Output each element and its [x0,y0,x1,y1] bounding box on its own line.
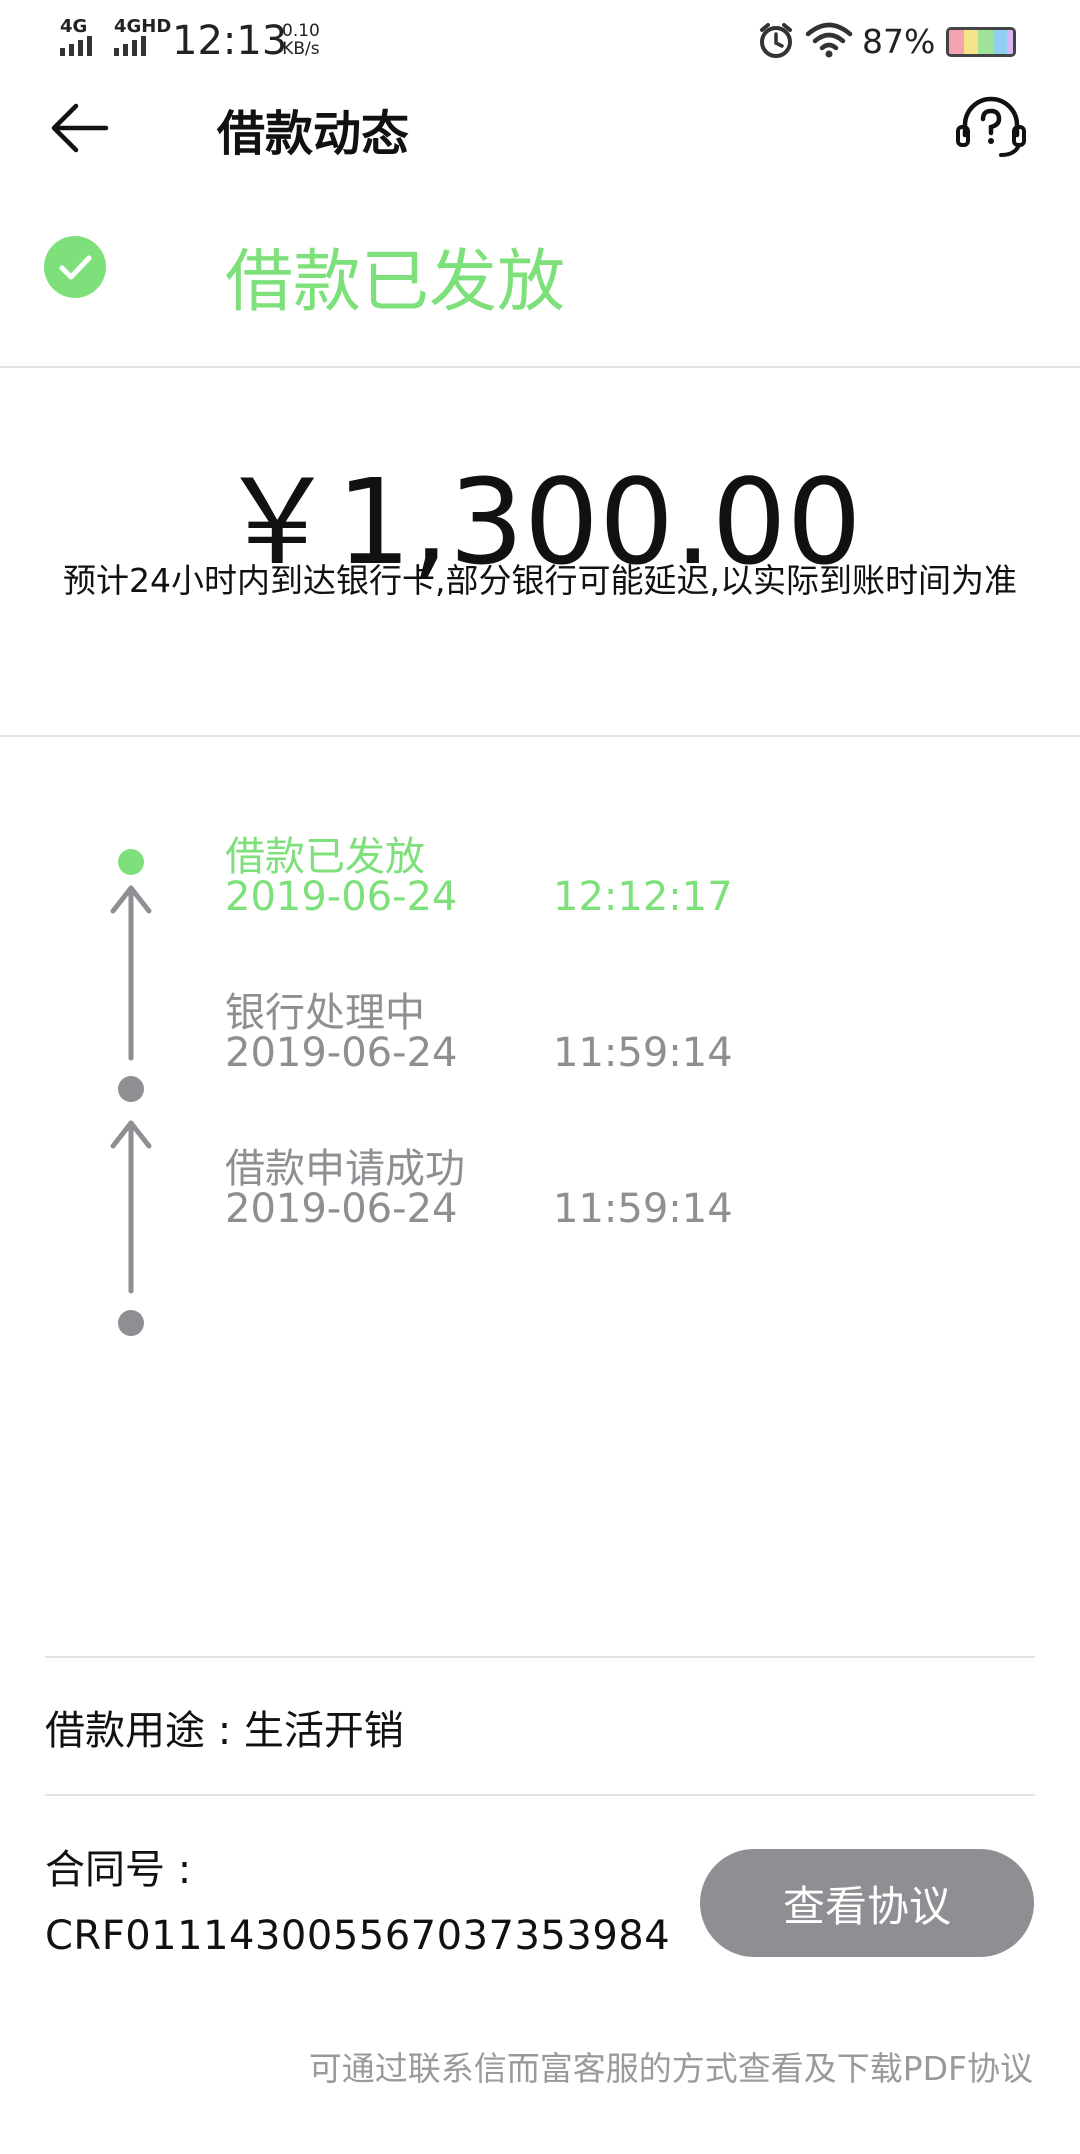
customer-service-help-icon[interactable] [955,95,1027,161]
signal-label-1: 4G [60,16,88,37]
status-bar: 4G 4GHD 12:13 0.10 KB/s 87% [0,0,1080,80]
arrival-note: 预计24小时内到达银行卡,部分银行可能延迟,以实际到账时间为准 [63,561,1017,600]
timeline-item-time: 11:59:14 [553,1186,733,1232]
contract-number: CRF01114300556703735398​4 [45,1913,671,1959]
timeline-item-date: 2019-06-24 [225,1186,458,1232]
battery-icon [946,27,1016,57]
divider [0,366,1080,368]
timeline-dot-active [118,849,144,875]
success-check-icon [44,236,106,298]
divider [45,1656,1035,1658]
back-arrow-icon[interactable] [48,98,112,158]
signal-bars-1-icon [60,36,92,56]
timeline-dot [118,1076,144,1102]
page-title: 借款动态 [217,106,410,162]
loan-status-title: 借款已发放 [225,243,566,322]
signal-bars-2-icon [114,36,146,56]
wifi-icon [805,22,853,58]
timeline-item-time: 11:59:14 [553,1030,733,1076]
timeline-item-date: 2019-06-24 [225,874,458,920]
timeline-dot [118,1310,144,1336]
network-speed-unit: KB/s [282,39,320,59]
loan-usage: 借款用途 : 生活开销 [45,1708,404,1754]
timeline-item-time: 12:12:17 [553,874,733,920]
battery-percent: 87% [862,22,936,61]
agreement-hint: 可通过联系信而富客服的方式查看及下载PDF协议 [308,2049,1033,2088]
network-speed-value: 0.10 [282,21,320,41]
contract-label: 合同号 : [45,1847,192,1893]
divider [0,735,1080,737]
timeline-item-date: 2019-06-24 [225,1030,458,1076]
view-agreement-button[interactable]: 查看协议 [700,1849,1034,1957]
divider [45,1794,1035,1796]
network-speed: 0.10 KB/s [282,22,320,58]
status-time: 12:13 [172,18,288,64]
signal-label-2: 4GHD [114,16,172,37]
alarm-icon [760,23,792,58]
